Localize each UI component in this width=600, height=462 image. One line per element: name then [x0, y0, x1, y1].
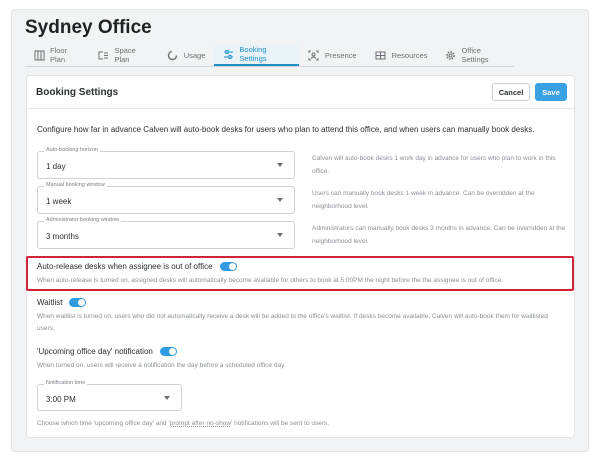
notification-title: 'Upcoming office day' notification	[37, 347, 177, 356]
field-help: Administrators can manually book desks 3…	[312, 225, 566, 245]
waitlist-label: Waitlist	[37, 298, 63, 307]
footer-text-post: ' notifications will be sent to users.	[231, 420, 330, 427]
field-value: 1 week	[46, 197, 72, 206]
field-label: Auto-booking horizon	[44, 147, 100, 153]
prompt-after-no-show-link[interactable]: prompt after no-show	[170, 420, 231, 427]
tab-label: Resources	[391, 50, 428, 60]
field-value: 3:00 PM	[46, 395, 76, 404]
floor-plan-icon	[34, 49, 45, 61]
chevron-down-icon	[164, 396, 170, 400]
resources-icon	[375, 49, 387, 61]
notification-desc: When turned on, users will receive a not…	[37, 362, 286, 369]
field-label: Notification time	[44, 380, 88, 386]
tab-space-plan[interactable]: Space Plan	[89, 44, 157, 66]
tab-usage[interactable]: Usage	[158, 44, 215, 66]
auto-booking-horizon-select[interactable]: Auto-booking horizon 1 day	[37, 147, 295, 179]
notification-footer: Choose which time 'upcoming office day' …	[37, 418, 329, 430]
cancel-button[interactable]: Cancel	[492, 83, 530, 101]
sliders-icon	[223, 48, 234, 60]
field-help: Calven will auto-book desks 1 work day i…	[312, 155, 556, 175]
tab-label: Presence	[324, 50, 357, 60]
intro-text: Configure how far in advance Calven will…	[37, 125, 535, 134]
notification-label: 'Upcoming office day' notification	[37, 347, 153, 356]
tab-label: Booking Settings	[239, 45, 267, 63]
card-header: Booking Settings Cancel Save	[27, 76, 574, 109]
manual-booking-window-select[interactable]: Manual booking window 1 week	[37, 182, 295, 214]
notification-time-select[interactable]: Notification time 3:00 PM	[37, 380, 182, 411]
chevron-down-icon	[277, 233, 283, 237]
tab-label: Usage	[183, 50, 206, 60]
notification-toggle[interactable]	[159, 347, 177, 356]
auto-release-toggle[interactable]	[219, 262, 237, 271]
field-label: Manual booking window	[44, 182, 107, 188]
administrator-booking-window-select[interactable]: Administrator booking window 3 months	[37, 217, 295, 249]
tab-label: Office Settings	[461, 46, 489, 64]
page-title: Sydney Office	[25, 17, 152, 38]
chevron-down-icon	[277, 198, 283, 202]
tab-office-settings[interactable]: Office Settings	[436, 44, 514, 66]
footer-text-pre: Choose which time 'upcoming office day' …	[37, 420, 170, 427]
waitlist-desc: When waitlist is turned on, users who di…	[37, 313, 548, 332]
waitlist-toggle[interactable]	[69, 298, 87, 307]
auto-release-title: Auto-release desks when assignee is out …	[37, 262, 237, 271]
chevron-down-icon	[277, 163, 283, 167]
field-value: 1 day	[46, 162, 66, 171]
tab-label: Floor Plan	[50, 46, 68, 64]
tab-floor-plan[interactable]: Floor Plan	[25, 44, 89, 66]
tab-booking-settings[interactable]: Booking Settings	[214, 44, 299, 66]
space-plan-icon	[98, 49, 109, 61]
tab-presence[interactable]: Presence	[299, 44, 366, 66]
field-value: 3 months	[46, 232, 79, 241]
field-label: Administrator booking window	[44, 217, 122, 223]
field-help: Users can manually book desks 1 week in …	[312, 190, 535, 210]
usage-icon	[167, 49, 179, 61]
auto-release-label: Auto-release desks when assignee is out …	[37, 262, 213, 271]
waitlist-title: Waitlist	[37, 298, 87, 307]
tab-label: Space Plan	[114, 46, 136, 64]
save-button[interactable]: Save	[535, 83, 567, 101]
auto-release-desc: When auto-release is turned on, assigned…	[37, 277, 503, 284]
presence-icon	[308, 49, 320, 61]
card-title: Booking Settings	[36, 87, 119, 98]
tab-resources[interactable]: Resources	[366, 44, 437, 66]
tab-bar: Floor Plan Space Plan Usage Booking Sett…	[25, 44, 514, 67]
gear-icon	[445, 49, 456, 61]
